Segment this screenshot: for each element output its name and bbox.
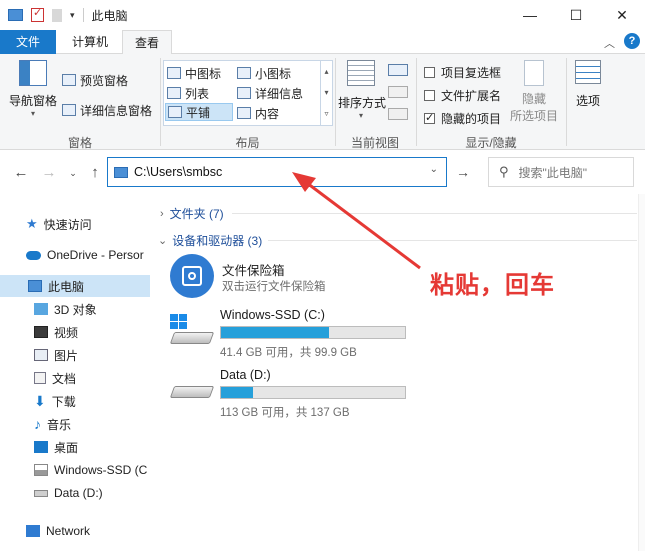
annotation-text: 粘贴，回车: [430, 272, 555, 299]
annotation-arrow-head: [292, 172, 316, 192]
annotation-arrow-line: [302, 178, 421, 270]
